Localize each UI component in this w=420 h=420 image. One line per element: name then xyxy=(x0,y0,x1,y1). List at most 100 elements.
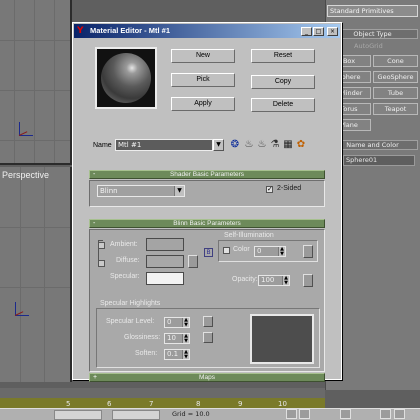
specular-label: Specular: xyxy=(110,273,140,280)
self-illum-color-checkbox[interactable] xyxy=(223,247,230,254)
minimize-icon[interactable]: _ xyxy=(301,27,312,36)
glossiness-map-button[interactable] xyxy=(203,332,213,343)
reset-button[interactable]: Reset xyxy=(251,49,315,63)
ruler-tick-label: 8 xyxy=(196,400,201,408)
axis-tripod-icon xyxy=(10,302,30,320)
ambient-label: Ambient: xyxy=(110,241,138,248)
key-mode-icon[interactable] xyxy=(286,409,297,419)
ruler-tick-label: 6 xyxy=(107,400,112,408)
get-material-icon[interactable]: ♨ xyxy=(243,139,255,151)
material-editor-dialog[interactable]: Y Material Editor - Mtl #1 _ □ × New Res… xyxy=(72,22,342,382)
specular-highlights-title: Specular Highlights xyxy=(100,300,161,307)
copy-button[interactable]: Copy xyxy=(251,75,315,89)
ambient-color-swatch[interactable] xyxy=(146,238,184,251)
cone-button[interactable]: Cone xyxy=(373,55,418,67)
spinner-arrows-icon: ▲ ▼ xyxy=(182,350,189,359)
sample-slot[interactable] xyxy=(95,47,157,109)
object-name-field[interactable]: Sphere01 xyxy=(343,155,415,166)
grid-line xyxy=(20,167,21,382)
self-illum-value: 0 xyxy=(257,247,262,255)
time-slider[interactable] xyxy=(0,388,325,398)
blinn-params-panel: Ambient: Diffuse: Specular: B Self-Illum… xyxy=(89,229,325,372)
play-icon[interactable] xyxy=(299,409,310,419)
specular-level-label: Specular Level: xyxy=(106,318,155,325)
checker-background-icon[interactable]: ▦ xyxy=(282,139,294,151)
new-button[interactable]: New xyxy=(171,49,235,63)
blinn-rollout-title: Blinn Basic Parameters xyxy=(173,220,241,227)
expand-icon: + xyxy=(93,374,98,381)
show-map-icon[interactable]: ✿ xyxy=(295,139,307,151)
collapse-icon: - xyxy=(93,220,96,227)
shader-basic-rollout-header[interactable]: - Shader Basic Parameters xyxy=(89,170,325,179)
self-illum-spinner[interactable]: 0 ▲ ▼ xyxy=(254,246,286,257)
specular-level-map-button[interactable] xyxy=(203,316,213,327)
viewport-label[interactable]: Perspective xyxy=(2,170,49,180)
self-illum-color-label: Color xyxy=(233,246,250,253)
map-lock-icon[interactable]: B xyxy=(204,248,213,257)
axis-tripod-icon xyxy=(14,122,34,140)
apply-button[interactable]: Apply xyxy=(171,97,235,111)
diffuse-map-button[interactable] xyxy=(188,255,198,268)
autogrid-checkbox[interactable]: AutoGrid xyxy=(354,42,383,50)
lock-diffuse-specular-toggle[interactable] xyxy=(98,260,105,267)
glossiness-label: Glossiness: xyxy=(124,334,161,341)
material-preview-sphere xyxy=(101,53,151,103)
assign-material-icon[interactable]: ♨ xyxy=(256,139,268,151)
pan-icon[interactable] xyxy=(394,409,405,419)
shader-type-select[interactable]: Blinn ▼ xyxy=(97,185,185,197)
spinner-arrows-icon: ▲ ▼ xyxy=(282,276,289,285)
title-bar[interactable]: Y Material Editor - Mtl #1 _ □ × xyxy=(74,24,340,38)
geosphere-button[interactable]: GeoSphere xyxy=(373,71,418,83)
delete-button[interactable]: Delete xyxy=(251,98,315,112)
put-to-library-icon[interactable]: ⚗ xyxy=(269,139,281,151)
maximize-icon[interactable]: □ xyxy=(313,27,324,36)
time-config-icon[interactable] xyxy=(340,409,351,419)
grid-line xyxy=(0,40,70,41)
opacity-label: Opacity: xyxy=(232,276,258,283)
diffuse-color-swatch[interactable] xyxy=(146,255,184,268)
lock-ambient-diffuse-toggle[interactable] xyxy=(98,242,105,249)
specular-color-swatch[interactable] xyxy=(146,272,184,285)
opacity-map-button[interactable] xyxy=(303,274,313,287)
close-icon[interactable]: × xyxy=(327,27,338,36)
teapot-button[interactable]: Teapot xyxy=(373,103,418,115)
highlight-curve-preview xyxy=(250,314,314,364)
self-illumination-title: Self-Illumination xyxy=(224,232,274,239)
opacity-value: 100 xyxy=(261,276,275,284)
self-illum-map-button[interactable] xyxy=(303,245,313,258)
material-name-field[interactable]: Mtl #1 xyxy=(115,139,213,151)
name-dropdown-icon[interactable]: ▼ xyxy=(213,139,224,151)
shader-rollout-title: Shader Basic Parameters xyxy=(169,171,245,178)
dialog-client-area: New Reset Pick Copy Apply Delete Name Mt… xyxy=(75,39,339,382)
ruler-tick-label: 5 xyxy=(66,400,71,408)
soften-spinner[interactable]: 0.1 ▲ ▼ xyxy=(164,349,190,360)
app-logo-icon: Y xyxy=(77,26,84,36)
tube-button[interactable]: Tube xyxy=(373,87,418,99)
coord-y-field[interactable] xyxy=(112,410,160,420)
maps-rollout-title: Maps xyxy=(199,374,215,381)
specular-level-spinner[interactable]: 0 ▲ ▼ xyxy=(164,317,190,328)
name-label: Name xyxy=(93,142,112,149)
grid-line xyxy=(0,140,70,141)
coord-x-field[interactable] xyxy=(54,410,102,420)
perspective-viewport[interactable] xyxy=(0,167,72,382)
soften-label: Soften: xyxy=(135,350,158,357)
pick-button[interactable]: Pick xyxy=(171,73,235,87)
two-sided-checkbox[interactable]: ✓ xyxy=(266,185,273,193)
glossiness-value: 10 xyxy=(167,334,176,342)
grid-line xyxy=(0,90,70,91)
track-bar-ruler[interactable] xyxy=(0,398,325,408)
grid-status: Grid = 10.0 xyxy=(172,410,210,418)
grid-line xyxy=(54,0,55,163)
top-left-viewport[interactable] xyxy=(0,0,72,165)
spinner-arrows-icon: ▲ ▼ xyxy=(182,334,189,343)
maps-rollout-header[interactable]: + Maps xyxy=(89,373,325,382)
material-map-browser-icon[interactable]: ❂ xyxy=(229,139,241,151)
grid-line xyxy=(44,167,45,382)
status-bar xyxy=(0,408,420,420)
category-select[interactable]: Standard Primitives xyxy=(327,5,418,17)
blinn-basic-rollout-header[interactable]: - Blinn Basic Parameters xyxy=(89,219,325,228)
zoom-extents-icon[interactable] xyxy=(380,409,391,419)
opacity-spinner[interactable]: 100 ▲ ▼ xyxy=(258,275,290,286)
glossiness-spinner[interactable]: 10 ▲ ▼ xyxy=(164,333,190,344)
